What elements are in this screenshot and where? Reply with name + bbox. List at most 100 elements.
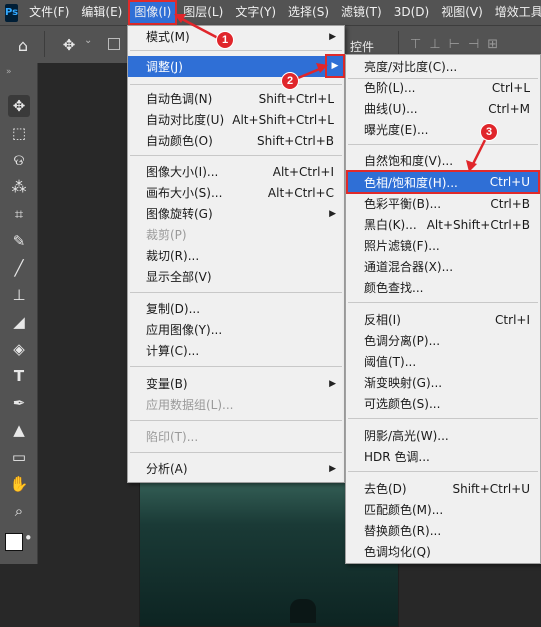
- menu-item-apply-data-set: 应用数据组(L)...: [128, 394, 344, 415]
- marquee-tool-icon[interactable]: ⬚: [8, 122, 30, 144]
- home-icon[interactable]: ⌂: [12, 34, 34, 56]
- menu-item-black-white[interactable]: 黑白(K)... Alt+Shift+Ctrl+B: [346, 214, 540, 235]
- menu-item-auto-contrast[interactable]: 自动对比度(U) Alt+Shift+Ctrl+L: [128, 109, 344, 130]
- menu-item-label: 渐变映射(G)...: [364, 376, 443, 390]
- adjustments-submenu: 亮度/对比度(C)... 色阶(L)... Ctrl+L 曲线(U)... Ctrl…: [345, 54, 541, 564]
- menu-item-threshold[interactable]: 阈值(T)...: [346, 351, 540, 372]
- eraser-tool-icon[interactable]: ◢: [8, 311, 30, 333]
- menu-item-shortcut: Ctrl+U: [489, 175, 530, 189]
- divider: [348, 144, 538, 145]
- menu-item-calculations[interactable]: 计算(C)...: [128, 340, 344, 361]
- menu-item-levels[interactable]: 色阶(L)... Ctrl+L: [346, 77, 540, 98]
- menu-item-hue-saturation[interactable]: 色相/饱和度(H)... Ctrl+U: [346, 170, 540, 194]
- menu-item-label: 自然饱和度(V)...: [364, 154, 454, 168]
- type-tool-icon[interactable]: T: [8, 365, 30, 387]
- menu-item-apply-image[interactable]: 应用图像(Y)...: [128, 319, 344, 340]
- paint-bucket-icon[interactable]: ◈: [8, 338, 30, 360]
- menu-item-label: 图像大小(I)...: [146, 165, 219, 179]
- menu-item-variables[interactable]: 变量(B) ▶: [128, 373, 344, 394]
- divider: [130, 155, 342, 156]
- move-tool-icon[interactable]: ✥: [8, 95, 30, 117]
- stamp-tool-icon[interactable]: ⊥: [8, 284, 30, 306]
- menu-item-label: 色调均化(Q): [364, 545, 431, 559]
- menu-item-gradient-map[interactable]: 渐变映射(G)...: [346, 372, 540, 393]
- menu-item-label: 阴影/高光(W)...: [364, 429, 449, 443]
- menu-type[interactable]: 文字(Y): [229, 0, 282, 25]
- crop-tool-icon[interactable]: ⌗: [8, 203, 30, 225]
- move-tool-icon[interactable]: ✥: [58, 34, 80, 56]
- menu-item-exposure[interactable]: 曝光度(E)...: [346, 119, 540, 140]
- menu-item-mode[interactable]: 模式(M) ▶: [128, 26, 344, 47]
- pen-tool-icon[interactable]: ✒: [8, 392, 30, 414]
- menu-item-replace-color[interactable]: 替换颜色(R)...: [346, 520, 540, 541]
- divider: [130, 366, 342, 367]
- menu-item-shortcut: Alt+Ctrl+I: [272, 164, 334, 179]
- menu-item-shadows-highlights[interactable]: 阴影/高光(W)...: [346, 425, 540, 446]
- menu-item-selective-color[interactable]: 可选颜色(S)...: [346, 393, 540, 414]
- menu-item-shortcut: Ctrl+M: [488, 101, 530, 116]
- brush-tool-icon[interactable]: ╱: [8, 257, 30, 279]
- submenu-arrow-icon: ▶: [329, 208, 336, 219]
- menu-item-label: 自动对比度(U): [146, 113, 225, 127]
- menu-item-posterize[interactable]: 色调分离(P)...: [346, 330, 540, 351]
- menu-edit[interactable]: 编辑(E): [75, 0, 128, 25]
- menu-item-desaturate[interactable]: 去色(D) Shift+Ctrl+U: [346, 478, 540, 499]
- align-icons[interactable]: ⊤⊥⊢⊣⊞: [410, 37, 506, 52]
- menu-item-label: 裁切(R)...: [146, 249, 200, 263]
- menu-item-analysis[interactable]: 分析(A) ▶: [128, 458, 344, 479]
- foreground-color-swatch[interactable]: [5, 533, 23, 551]
- auto-select-checkbox[interactable]: [108, 38, 120, 50]
- menu-select[interactable]: 选择(S): [282, 0, 335, 25]
- figure-silhouette: [290, 599, 316, 623]
- menu-item-label: 应用图像(Y)...: [146, 323, 223, 337]
- menu-item-equalize[interactable]: 色调均化(Q): [346, 541, 540, 562]
- menu-item-vibrance[interactable]: 自然饱和度(V)...: [346, 150, 540, 171]
- menu-item-label: 调整(J): [146, 60, 183, 74]
- menu-item-auto-tone[interactable]: 自动色调(N) Shift+Ctrl+L: [128, 88, 344, 109]
- menu-item-auto-color[interactable]: 自动颜色(O) Shift+Ctrl+B: [128, 130, 344, 151]
- menu-3d[interactable]: 3D(D): [388, 0, 435, 25]
- menu-image[interactable]: 图像(I): [128, 0, 178, 25]
- menu-item-hdr-toning[interactable]: HDR 色调...: [346, 446, 540, 467]
- menu-item-duplicate[interactable]: 复制(D)...: [128, 298, 344, 319]
- eyedropper-icon[interactable]: ✎: [8, 230, 30, 252]
- expand-icon[interactable]: »: [6, 67, 12, 77]
- adjustments-submenu-arrow-icon[interactable]: ▶: [325, 54, 345, 78]
- menu-item-color-lookup[interactable]: 颜色查找...: [346, 277, 540, 298]
- chevron-down-icon[interactable]: ⌄: [84, 35, 92, 46]
- menu-item-label: 曝光度(E)...: [364, 123, 429, 137]
- menu-item-image-rotation[interactable]: 图像旋转(G) ▶: [128, 203, 344, 224]
- menu-layer[interactable]: 图层(L): [177, 0, 229, 25]
- menu-item-label: 色彩平衡(B)...: [364, 197, 442, 211]
- menu-item-color-balance[interactable]: 色彩平衡(B)... Ctrl+B: [346, 193, 540, 214]
- menu-file[interactable]: 文件(F): [23, 0, 75, 25]
- menu-item-shortcut: Ctrl+L: [491, 80, 530, 95]
- menu-item-trim[interactable]: 裁切(R)...: [128, 245, 344, 266]
- menu-item-brightness-contrast[interactable]: 亮度/对比度(C)...: [346, 56, 540, 77]
- menu-item-match-color[interactable]: 匹配颜色(M)...: [346, 499, 540, 520]
- menu-filter[interactable]: 滤镜(T): [335, 0, 388, 25]
- path-select-icon[interactable]: ▲: [8, 419, 30, 441]
- menu-item-adjustments[interactable]: 调整(J): [128, 56, 344, 77]
- menu-item-image-size[interactable]: 图像大小(I)... Alt+Ctrl+I: [128, 161, 344, 182]
- menu-item-label: 复制(D)...: [146, 302, 201, 316]
- menu-item-reveal-all[interactable]: 显示全部(V): [128, 266, 344, 287]
- menu-item-invert[interactable]: 反相(I) Ctrl+I: [346, 309, 540, 330]
- lasso-tool-icon[interactable]: ଡ: [8, 149, 30, 171]
- menu-item-curves[interactable]: 曲线(U)... Ctrl+M: [346, 98, 540, 119]
- menu-view[interactable]: 视图(V): [435, 0, 489, 25]
- menu-item-label: 色调分离(P)...: [364, 334, 441, 348]
- controls-label: 控件: [350, 40, 375, 54]
- zoom-tool-icon[interactable]: ⌕: [8, 500, 30, 522]
- hand-tool-icon[interactable]: ✋: [8, 473, 30, 495]
- menu-item-label: 可选颜色(S)...: [364, 397, 441, 411]
- divider: [348, 471, 538, 472]
- menu-plugins[interactable]: 增效工具: [489, 0, 541, 25]
- menu-item-channel-mixer[interactable]: 通道混合器(X)...: [346, 256, 540, 277]
- magic-wand-icon[interactable]: ⁂: [8, 176, 30, 198]
- submenu-arrow-icon: ▶: [329, 463, 336, 474]
- menu-item-photo-filter[interactable]: 照片滤镜(F)...: [346, 235, 540, 256]
- menu-item-canvas-size[interactable]: 画布大小(S)... Alt+Ctrl+C: [128, 182, 344, 203]
- menu-item-label: 模式(M): [146, 30, 190, 44]
- rectangle-tool-icon[interactable]: ▭: [8, 446, 30, 468]
